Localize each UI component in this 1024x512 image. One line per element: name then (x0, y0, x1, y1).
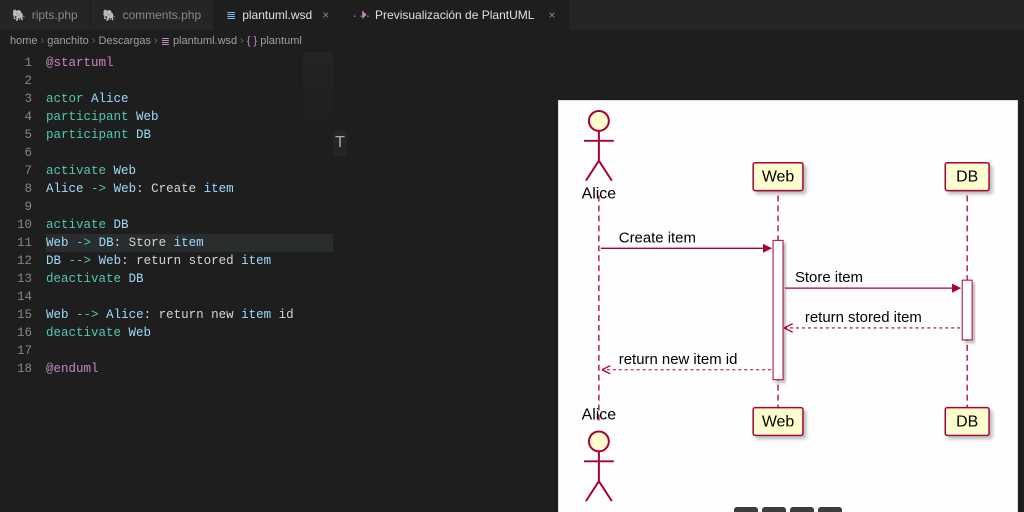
svg-text:Web: Web (762, 413, 795, 430)
code-line[interactable]: Web -> DB: Store item (46, 234, 333, 252)
code-line[interactable]: activate DB (46, 216, 333, 234)
uml-diagram: Alice Web DB Alice (558, 100, 1018, 512)
preview-tabs: ⏵ Previsualización de PlantUML × (347, 0, 1024, 30)
svg-text:return new item id: return new item id (619, 351, 738, 368)
editor-tabs: 🐘 ripts.php 🐘 comments.php ≣ plantuml.ws… (0, 0, 333, 30)
code-line[interactable] (46, 198, 333, 216)
svg-text:Store item: Store item (795, 269, 863, 286)
tab-label: comments.php (122, 8, 201, 22)
code-line[interactable]: deactivate DB (46, 270, 333, 288)
php-icon: 🐘 (12, 9, 26, 22)
tab-label: ripts.php (32, 8, 78, 22)
code-line[interactable]: Web --> Alice: return new item id (46, 306, 333, 324)
code-line[interactable]: Alice -> Web: Create item (46, 180, 333, 198)
code-line[interactable]: deactivate Web (46, 324, 333, 342)
braces-icon: { } (247, 35, 257, 47)
code-line[interactable]: participant DB (46, 126, 333, 144)
editor-splitter[interactable]: T (333, 0, 347, 512)
close-icon[interactable]: × (322, 8, 329, 22)
tab-label: plantuml.wsd (242, 8, 312, 22)
code-line[interactable] (46, 288, 333, 306)
code-line[interactable] (46, 342, 333, 360)
minimap[interactable] (303, 52, 333, 132)
actor-alice-bottom: Alice (582, 407, 617, 502)
fit-icon[interactable]: ⇔ (762, 507, 786, 512)
tab-ripts-php[interactable]: 🐘 ripts.php (0, 0, 91, 30)
close-icon[interactable]: × (548, 8, 555, 22)
code-line[interactable]: participant Web (46, 108, 333, 126)
code-line[interactable]: actor Alice (46, 90, 333, 108)
breadcrumb[interactable]: home › ganchito › Descargas › ≣ plantuml… (0, 30, 333, 52)
breadcrumb-item[interactable]: ganchito (47, 35, 89, 47)
tab-plantuml-wsd[interactable]: ≣ plantuml.wsd × (214, 0, 342, 30)
actor-alice-top: Alice (582, 111, 617, 203)
zoom-in-icon[interactable]: ⊕ (734, 507, 758, 512)
svg-text:DB: DB (956, 169, 978, 186)
svg-text:Alice: Alice (582, 186, 617, 203)
svg-text:return stored item: return stored item (805, 309, 922, 326)
code-editor[interactable]: 123456789101112131415161718 @startuml act… (0, 52, 333, 512)
help-icon[interactable]: ? (818, 507, 842, 512)
tab-overflow-button[interactable]: ··· (342, 0, 382, 30)
svg-text:Alice: Alice (582, 407, 617, 424)
code-line[interactable]: DB --> Web: return stored item (46, 252, 333, 270)
code-line[interactable]: activate Web (46, 162, 333, 180)
code-line[interactable]: @startuml (46, 54, 333, 72)
preview-body: Alice Web DB Alice (347, 30, 1024, 512)
breadcrumb-item[interactable]: plantuml (260, 35, 302, 47)
tab-label: Previsualización de PlantUML (375, 8, 534, 22)
file-icon: ≣ (161, 35, 170, 48)
breadcrumb-item[interactable]: plantuml.wsd (173, 35, 237, 47)
code-body[interactable]: @startuml actor Aliceparticipant Webparti… (40, 52, 333, 512)
code-line[interactable] (46, 72, 333, 90)
side-handle[interactable]: T (333, 130, 347, 156)
code-line[interactable]: @enduml (46, 360, 333, 378)
svg-text:Create item: Create item (619, 229, 696, 246)
tab-comments-php[interactable]: 🐘 comments.php (91, 0, 214, 30)
svg-text:DB: DB (956, 413, 978, 430)
breadcrumb-item[interactable]: Descargas (98, 35, 151, 47)
preview-toolbar: ⊕ ⇔ ⊖? (734, 507, 842, 512)
svg-text:Web: Web (762, 169, 795, 186)
zoom-out-icon[interactable]: ⊖ (790, 507, 814, 512)
file-icon: ≣ (226, 8, 236, 22)
line-gutter: 123456789101112131415161718 (0, 52, 40, 512)
breadcrumb-item[interactable]: home (10, 35, 38, 47)
code-line[interactable] (46, 144, 333, 162)
php-icon: 🐘 (103, 9, 117, 22)
editor-pane: 🐘 ripts.php 🐘 comments.php ≣ plantuml.ws… (0, 0, 333, 512)
preview-pane: ⏵ Previsualización de PlantUML × (347, 0, 1024, 512)
